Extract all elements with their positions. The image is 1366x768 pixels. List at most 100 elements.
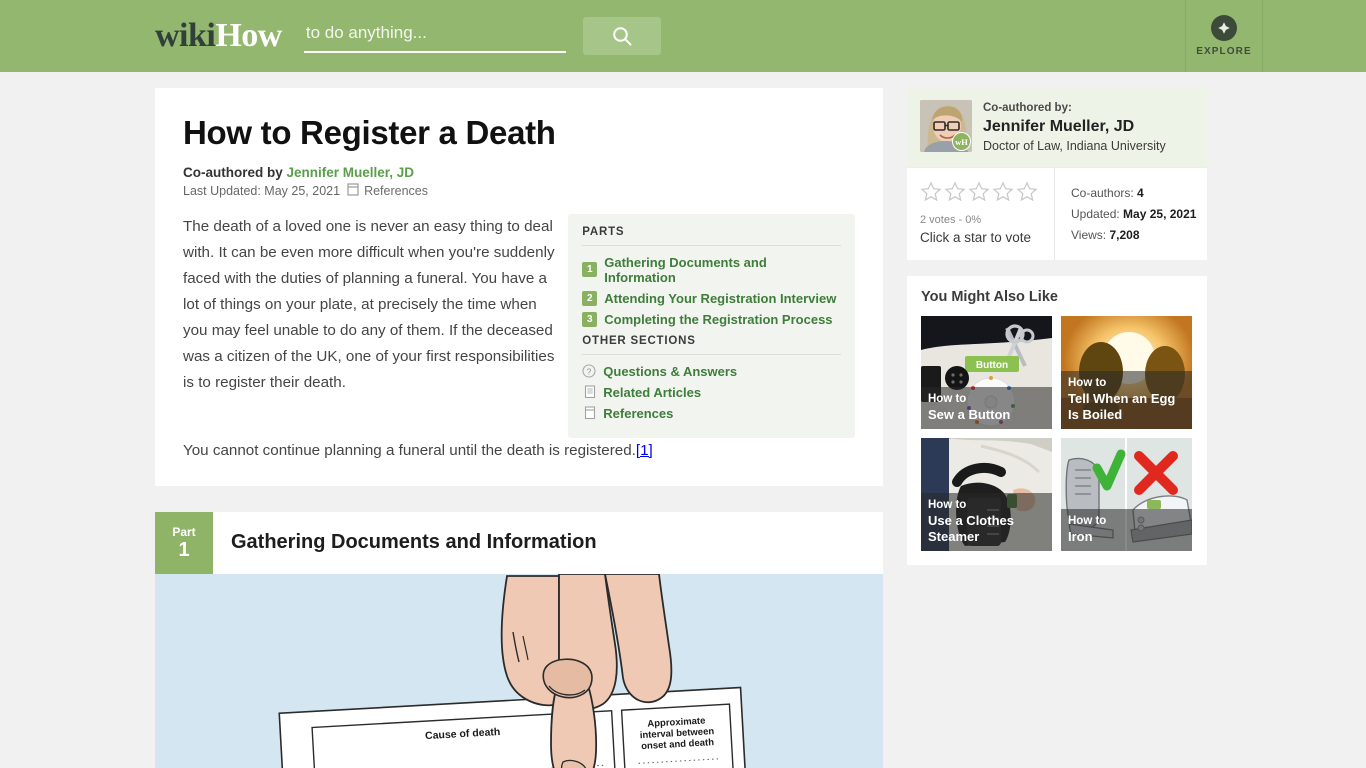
toc-questions-answers[interactable]: ? Questions & Answers bbox=[582, 361, 841, 382]
page-title: How to Register a Death bbox=[183, 114, 556, 151]
references-label: References bbox=[364, 183, 428, 198]
views-value: 7,208 bbox=[1109, 228, 1140, 242]
ymal-item-tell-when-egg-boiled[interactable]: How to Tell When an Egg Is Boiled bbox=[1061, 316, 1192, 429]
ymal-caption: How to Sew a Button bbox=[921, 387, 1052, 429]
toc-other-label: Questions & Answers bbox=[603, 363, 738, 379]
byline-author-link[interactable]: Jennifer Mueller, JD bbox=[287, 165, 415, 180]
svg-text:Button: Button bbox=[976, 360, 1008, 371]
toc-part-1[interactable]: 1 Gathering Documents and Information bbox=[582, 252, 841, 288]
toc-related-articles[interactable]: Related Articles bbox=[582, 382, 841, 403]
coauthor-panel: wH Co-authored by: Jennifer Mueller, JD … bbox=[907, 88, 1207, 167]
updated-stat: Updated: May 25, 2021 bbox=[1071, 204, 1196, 225]
site-header: wikiHow EXPLORE bbox=[0, 0, 1366, 72]
ymal-caption: How to Iron bbox=[1061, 509, 1192, 551]
article-page-icon bbox=[582, 385, 596, 400]
toc-part-number: 2 bbox=[582, 290, 598, 306]
ymal-howto-label: How to bbox=[928, 499, 967, 511]
ymal-caption: How to Tell When an Egg Is Boiled bbox=[1061, 371, 1192, 429]
click-to-vote-text: Click a star to vote bbox=[920, 230, 1032, 245]
ymal-caption: How to Use a Clothes Steamer bbox=[921, 493, 1052, 551]
toc-part-label: Gathering Documents and Information bbox=[604, 254, 767, 285]
article-intro-card: How to Register a Death Co-authored by J… bbox=[155, 88, 883, 486]
svg-text:?: ? bbox=[587, 367, 592, 377]
you-might-also-like-card: You Might Also Like Button How to Sew a … bbox=[907, 276, 1207, 565]
toc-part-3[interactable]: 3 Completing the Registration Process bbox=[582, 309, 841, 330]
coauthor-by-label: Co-authored by: bbox=[983, 102, 1072, 114]
main-column: How to Register a Death Co-authored by J… bbox=[155, 88, 883, 768]
toc-other-label: References bbox=[603, 405, 674, 421]
references-link[interactable]: References bbox=[347, 183, 428, 199]
table-of-contents: PARTS 1 Gathering Documents and Informat… bbox=[568, 213, 855, 438]
intro-paragraph: The death of a loved one is never an eas… bbox=[183, 217, 555, 391]
explore-label: EXPLORE bbox=[1196, 46, 1252, 57]
toc-other-heading: OTHER SECTIONS bbox=[582, 335, 841, 355]
views-stat: Views: 7,208 bbox=[1071, 225, 1196, 246]
search-area bbox=[303, 17, 661, 55]
article-meta: Last Updated: May 25, 2021 References bbox=[183, 183, 855, 199]
part-badge-number: 1 bbox=[178, 538, 190, 561]
explore-compass-icon bbox=[1211, 15, 1237, 41]
ymal-title-label: Sew a Button bbox=[928, 407, 1011, 422]
part-1-illustration: Cause of death Approximate interval betw… bbox=[155, 573, 883, 768]
intro-last-line: You cannot continue planning a funeral u… bbox=[183, 438, 855, 464]
explore-button[interactable]: EXPLORE bbox=[1185, 0, 1263, 72]
part-header: Part 1 Gathering Documents and Informati… bbox=[155, 511, 883, 574]
coauthors-value: 4 bbox=[1137, 186, 1144, 200]
toc-other-label: Related Articles bbox=[603, 384, 702, 400]
votes-text: 2 votes - 0% bbox=[920, 214, 982, 226]
toc-part-number: 1 bbox=[582, 262, 598, 278]
byline: Co-authored by Jennifer Mueller, JD bbox=[183, 165, 855, 180]
ymal-howto-label: How to bbox=[928, 393, 967, 405]
sidebar-column: wH Co-authored by: Jennifer Mueller, JD … bbox=[907, 88, 1207, 581]
wikihow-logo[interactable]: wikiHow bbox=[155, 17, 282, 55]
star-icon-2[interactable] bbox=[944, 181, 966, 207]
toc-references[interactable]: References bbox=[582, 403, 841, 424]
updated-label: Updated: bbox=[1071, 207, 1120, 221]
coauthors-label: Co-authors: bbox=[1071, 186, 1134, 200]
search-button[interactable] bbox=[582, 17, 661, 55]
citation-link-1[interactable]: [1] bbox=[636, 442, 653, 459]
coauthor-role: Doctor of Law, Indiana University bbox=[983, 139, 1166, 153]
ymal-item-sew-a-button[interactable]: Button How to Sew a Button bbox=[921, 316, 1052, 429]
ymal-title-label: Use a Clothes Steamer bbox=[928, 513, 1014, 544]
logo-wiki-text: wiki bbox=[155, 17, 216, 54]
ymal-item-iron[interactable]: How to Iron bbox=[1061, 438, 1192, 551]
star-icon-1[interactable] bbox=[920, 181, 942, 207]
author-info-card: wH Co-authored by: Jennifer Mueller, JD … bbox=[907, 88, 1207, 260]
star-icon-5[interactable] bbox=[1016, 181, 1038, 207]
toc-part-2[interactable]: 2 Attending Your Registration Interview bbox=[582, 288, 841, 309]
part-badge: Part 1 bbox=[155, 511, 213, 574]
coauthor-name: Jennifer Mueller, JD bbox=[983, 118, 1135, 135]
star-icon-3[interactable] bbox=[968, 181, 990, 207]
toc-part-number: 3 bbox=[582, 311, 598, 327]
ymal-item-use-clothes-steamer[interactable]: How to Use a Clothes Steamer bbox=[921, 438, 1052, 551]
ymal-howto-label: How to bbox=[1068, 515, 1107, 527]
ymal-title-label: Tell When an Egg Is Boiled bbox=[1068, 391, 1176, 422]
last-updated-text: Last Updated: May 25, 2021 bbox=[183, 183, 341, 198]
coauthors-stat: Co-authors: 4 bbox=[1071, 183, 1196, 204]
references-book-icon bbox=[582, 406, 596, 421]
coauthor-text: Co-authored by: Jennifer Mueller, JD Doc… bbox=[983, 100, 1166, 155]
star-icon-4[interactable] bbox=[992, 181, 1014, 207]
ymal-heading: You Might Also Like bbox=[921, 289, 1058, 305]
byline-prefix: Co-authored by bbox=[183, 164, 283, 180]
part-title: Gathering Documents and Information bbox=[231, 531, 597, 554]
search-input[interactable] bbox=[303, 19, 566, 53]
part-1-section: Part 1 Gathering Documents and Informati… bbox=[155, 511, 883, 768]
ymal-grid: Button How to Sew a Button How to Tell W… bbox=[907, 316, 1207, 565]
article-stats: 2 votes - 0% Click a star to vote Co-aut… bbox=[907, 167, 1207, 260]
ymal-title-label: Iron bbox=[1068, 529, 1093, 544]
stats-details: Co-authors: 4 Updated: May 25, 2021 View… bbox=[1055, 168, 1196, 260]
views-label: Views: bbox=[1071, 228, 1107, 242]
part-badge-word: Part bbox=[172, 524, 196, 539]
references-book-icon bbox=[347, 183, 359, 199]
updated-value: May 25, 2021 bbox=[1123, 207, 1197, 221]
author-avatar: wH bbox=[920, 100, 972, 152]
toc-parts-heading: PARTS bbox=[582, 226, 841, 246]
question-circle-icon: ? bbox=[582, 364, 596, 379]
search-icon bbox=[611, 25, 633, 47]
rating-widget: 2 votes - 0% Click a star to vote bbox=[907, 168, 1055, 260]
logo-how-text: How bbox=[215, 17, 282, 54]
page-body: How to Register a Death Co-authored by J… bbox=[155, 72, 1211, 768]
star-rating[interactable] bbox=[920, 181, 1042, 207]
